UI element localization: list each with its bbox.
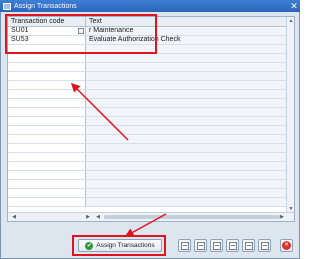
transactions-table: Transaction code Text SU01 r Maintenance S… xyxy=(7,16,295,222)
scroll-left-icon[interactable]: ◀ xyxy=(94,213,102,221)
table-tool-icon xyxy=(212,241,221,250)
table-tool-button[interactable] xyxy=(226,239,239,252)
cell-transaction-code[interactable] xyxy=(8,162,86,170)
table-row[interactable] xyxy=(8,180,288,189)
table-row[interactable] xyxy=(8,198,288,207)
table-tool-button[interactable] xyxy=(242,239,255,252)
cell-transaction-code[interactable] xyxy=(8,99,86,107)
cell-text xyxy=(86,45,288,53)
cell-text xyxy=(86,81,288,89)
table-row[interactable] xyxy=(8,81,288,90)
cancel-icon: ✕ xyxy=(282,241,291,250)
table-row[interactable] xyxy=(8,54,288,63)
cell-text xyxy=(86,117,288,125)
cell-text xyxy=(86,135,288,143)
table-row[interactable] xyxy=(8,108,288,117)
cell-transaction-code[interactable]: SU53 xyxy=(8,36,86,44)
vertical-scrollbar[interactable]: ▲ ▼ xyxy=(286,17,294,213)
table-row[interactable]: SU01 r Maintenance xyxy=(8,27,288,36)
cell-text xyxy=(86,180,288,188)
cell-transaction-code[interactable] xyxy=(8,117,86,125)
cell-text xyxy=(86,90,288,98)
cell-text xyxy=(86,54,288,62)
table-tool-button[interactable] xyxy=(178,239,191,252)
cell-text: Evaluate Authorization Check xyxy=(86,36,288,44)
table-row[interactable] xyxy=(8,45,288,54)
cell-transaction-code[interactable] xyxy=(8,72,86,80)
cell-transaction-code[interactable] xyxy=(8,180,86,188)
dialog-body: Transaction code Text SU01 r Maintenance S… xyxy=(0,12,300,259)
table-tool-icon xyxy=(196,241,205,250)
table-row[interactable] xyxy=(8,153,288,162)
cell-text xyxy=(86,162,288,170)
cell-text xyxy=(86,198,288,206)
table-row[interactable] xyxy=(8,117,288,126)
scroll-up-icon[interactable]: ▲ xyxy=(287,17,294,25)
dialog-footer: ✔ Assign Transactions ✕ xyxy=(6,238,294,254)
table-header: Transaction code Text xyxy=(8,17,288,27)
table-row[interactable] xyxy=(8,171,288,180)
cell-transaction-code[interactable] xyxy=(8,108,86,116)
table-tool-button[interactable] xyxy=(258,239,271,252)
cell-text xyxy=(86,72,288,80)
cell-transaction-code[interactable] xyxy=(8,54,86,62)
cell-text xyxy=(86,126,288,134)
cell-text xyxy=(86,144,288,152)
table-tool-icon xyxy=(180,241,189,250)
cell-transaction-code[interactable]: SU01 xyxy=(8,27,86,35)
ok-check-icon: ✔ xyxy=(85,241,94,250)
horizontal-scrollbar[interactable]: ◀ ▶ ◀ ▶ xyxy=(8,212,294,221)
cell-text xyxy=(86,153,288,161)
table-body: SU01 r Maintenance SU53 Evaluate Authorizat… xyxy=(8,27,288,207)
window-title: Assign Transactions xyxy=(14,2,77,10)
cell-text xyxy=(86,108,288,116)
cell-text xyxy=(86,99,288,107)
scroll-right-icon[interactable]: ▶ xyxy=(84,213,92,221)
assign-transactions-button[interactable]: ✔ Assign Transactions xyxy=(78,239,162,252)
column-header-text[interactable]: Text xyxy=(86,17,288,26)
cell-transaction-code[interactable] xyxy=(8,198,86,206)
cell-transaction-code[interactable] xyxy=(8,171,86,179)
cell-transaction-code[interactable] xyxy=(8,189,86,197)
cell-transaction-code[interactable] xyxy=(8,45,86,53)
table-tool-button[interactable] xyxy=(210,239,223,252)
cell-transaction-code[interactable] xyxy=(8,90,86,98)
cell-text xyxy=(86,171,288,179)
cell-transaction-code[interactable] xyxy=(8,135,86,143)
table-row[interactable] xyxy=(8,72,288,81)
table-row[interactable] xyxy=(8,126,288,135)
cell-text: r Maintenance xyxy=(86,27,288,35)
table-tool-button[interactable] xyxy=(194,239,207,252)
table-row[interactable] xyxy=(8,90,288,99)
f4-help-icon[interactable] xyxy=(78,28,84,34)
cell-transaction-code[interactable] xyxy=(8,81,86,89)
cancel-button[interactable]: ✕ xyxy=(280,239,293,252)
scrollbar-thumb[interactable] xyxy=(104,215,280,219)
scroll-left-icon[interactable]: ◀ xyxy=(10,213,18,221)
cell-text xyxy=(86,189,288,197)
table-tool-icon xyxy=(244,241,253,250)
table-row[interactable] xyxy=(8,189,288,198)
assign-transactions-label: Assign Transactions xyxy=(96,242,155,249)
table-row[interactable] xyxy=(8,99,288,108)
table-row[interactable] xyxy=(8,144,288,153)
table-row[interactable]: SU53 Evaluate Authorization Check xyxy=(8,36,288,45)
table-row[interactable] xyxy=(8,162,288,171)
scroll-right-icon[interactable]: ▶ xyxy=(278,213,286,221)
close-icon[interactable]: ✕ xyxy=(288,0,300,12)
table-tool-icon xyxy=(260,241,269,250)
window-titlebar: Assign Transactions ✕ xyxy=(0,0,300,12)
table-row[interactable] xyxy=(8,135,288,144)
table-tool-icon xyxy=(228,241,237,250)
cell-text xyxy=(86,63,288,71)
cell-transaction-code[interactable] xyxy=(8,63,86,71)
column-header-transaction-code[interactable]: Transaction code xyxy=(8,17,86,26)
cell-transaction-code[interactable] xyxy=(8,153,86,161)
app-window-icon xyxy=(3,2,11,10)
cell-transaction-code[interactable] xyxy=(8,144,86,152)
cell-transaction-code[interactable] xyxy=(8,126,86,134)
table-row[interactable] xyxy=(8,63,288,72)
